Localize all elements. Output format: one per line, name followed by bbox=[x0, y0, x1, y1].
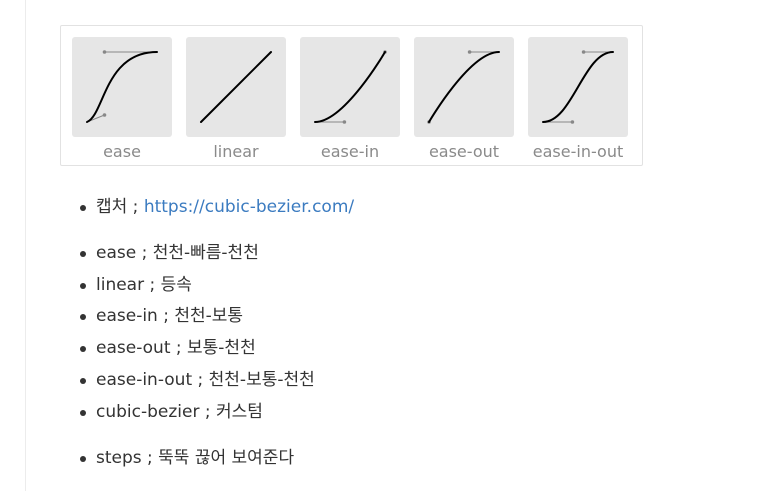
content-left-border bbox=[25, 0, 26, 491]
ease-in-out-curve-graph bbox=[542, 50, 614, 124]
list-item-text: ease-out ; 보통-천천 bbox=[96, 338, 256, 359]
end-handle-point bbox=[467, 50, 472, 54]
list-item-text: ease-in-out ; 천천-보통-천천 bbox=[96, 369, 315, 390]
start-handle-point bbox=[102, 113, 107, 117]
ease-out-curve-graph bbox=[427, 50, 500, 124]
ease-in-out-curve-line bbox=[542, 51, 614, 123]
bullet-icon bbox=[80, 409, 86, 416]
easing-tile-linear bbox=[186, 37, 286, 137]
ease-in-curve-graph bbox=[314, 50, 387, 124]
timing-function-list: ease ; 천천-빠름-천천 linear ; 등속 ease-in ; 천천… bbox=[80, 238, 315, 428]
end-handle-point bbox=[102, 50, 107, 54]
list-item: ease-in ; 천천-보통 bbox=[80, 301, 315, 333]
steps-list: steps ; 뚝뚝 끊어 보여준다 bbox=[80, 443, 294, 475]
bullet-icon bbox=[80, 251, 86, 257]
bullet-icon bbox=[80, 346, 86, 353]
easing-tile-ease-in bbox=[300, 37, 400, 137]
list-item-text: ease ; 천천-빠름-천천 bbox=[96, 243, 259, 263]
end-handle-point bbox=[581, 50, 586, 54]
list-item-text: ease-in ; 천천-보통 bbox=[96, 306, 244, 327]
ease-curve-graph bbox=[86, 50, 158, 123]
list-item-text: linear ; 등속 bbox=[96, 274, 192, 295]
ease-out-curve-line bbox=[428, 51, 500, 123]
easing-label-linear: linear bbox=[213, 142, 259, 161]
bullet-icon bbox=[80, 205, 86, 211]
easing-tile-ease bbox=[72, 37, 172, 137]
ease-in-curve-line bbox=[314, 51, 386, 123]
list-item-text: cubic-bezier ; 커스텀 bbox=[96, 401, 263, 422]
linear-curve-line bbox=[200, 51, 272, 123]
list-item-text: steps ; 뚝뚝 끊어 보여준다 bbox=[96, 448, 295, 468]
bullet-icon bbox=[80, 377, 86, 384]
list-item: ease ; 천천-빠름-천천 bbox=[80, 238, 315, 270]
start-handle-point bbox=[342, 120, 347, 124]
ease-curve-line bbox=[86, 51, 158, 123]
linear-curve-graph bbox=[200, 51, 272, 123]
list-item: ease-in-out ; 천천-보통-천천 bbox=[80, 365, 315, 397]
capture-list: 캡처 ; https://cubic-bezier.com/ bbox=[80, 192, 354, 224]
list-item: linear ; 등속 bbox=[80, 270, 315, 302]
bullet-icon bbox=[80, 314, 86, 321]
easing-label-ease-in: ease-in bbox=[320, 142, 380, 161]
capture-label: 캡처 ; bbox=[96, 197, 144, 217]
cubic-bezier-link[interactable]: https://cubic-bezier.com/ bbox=[144, 197, 354, 217]
list-item: ease-out ; 보통-천천 bbox=[80, 333, 315, 365]
easing-label-ease-out: ease-out bbox=[428, 142, 500, 161]
list-item: cubic-bezier ; 커스텀 bbox=[80, 397, 315, 429]
bullet-icon bbox=[80, 282, 86, 289]
bullet-icon bbox=[80, 456, 86, 462]
easing-tile-ease-out bbox=[414, 37, 514, 137]
start-handle-point bbox=[570, 120, 575, 124]
easing-label-ease-in-out: ease-in-out bbox=[532, 142, 624, 161]
list-item-steps: steps ; 뚝뚝 끊어 보여준다 bbox=[80, 443, 294, 475]
easing-tile-ease-in-out bbox=[528, 37, 628, 137]
easing-preview-panel: ease linear ease-in ease-out ease-in-out bbox=[60, 25, 643, 166]
page: ease linear ease-in ease-out ease-in-out… bbox=[0, 0, 776, 491]
easing-label-ease: ease bbox=[103, 142, 141, 161]
list-item-capture: 캡처 ; https://cubic-bezier.com/ bbox=[80, 192, 354, 224]
